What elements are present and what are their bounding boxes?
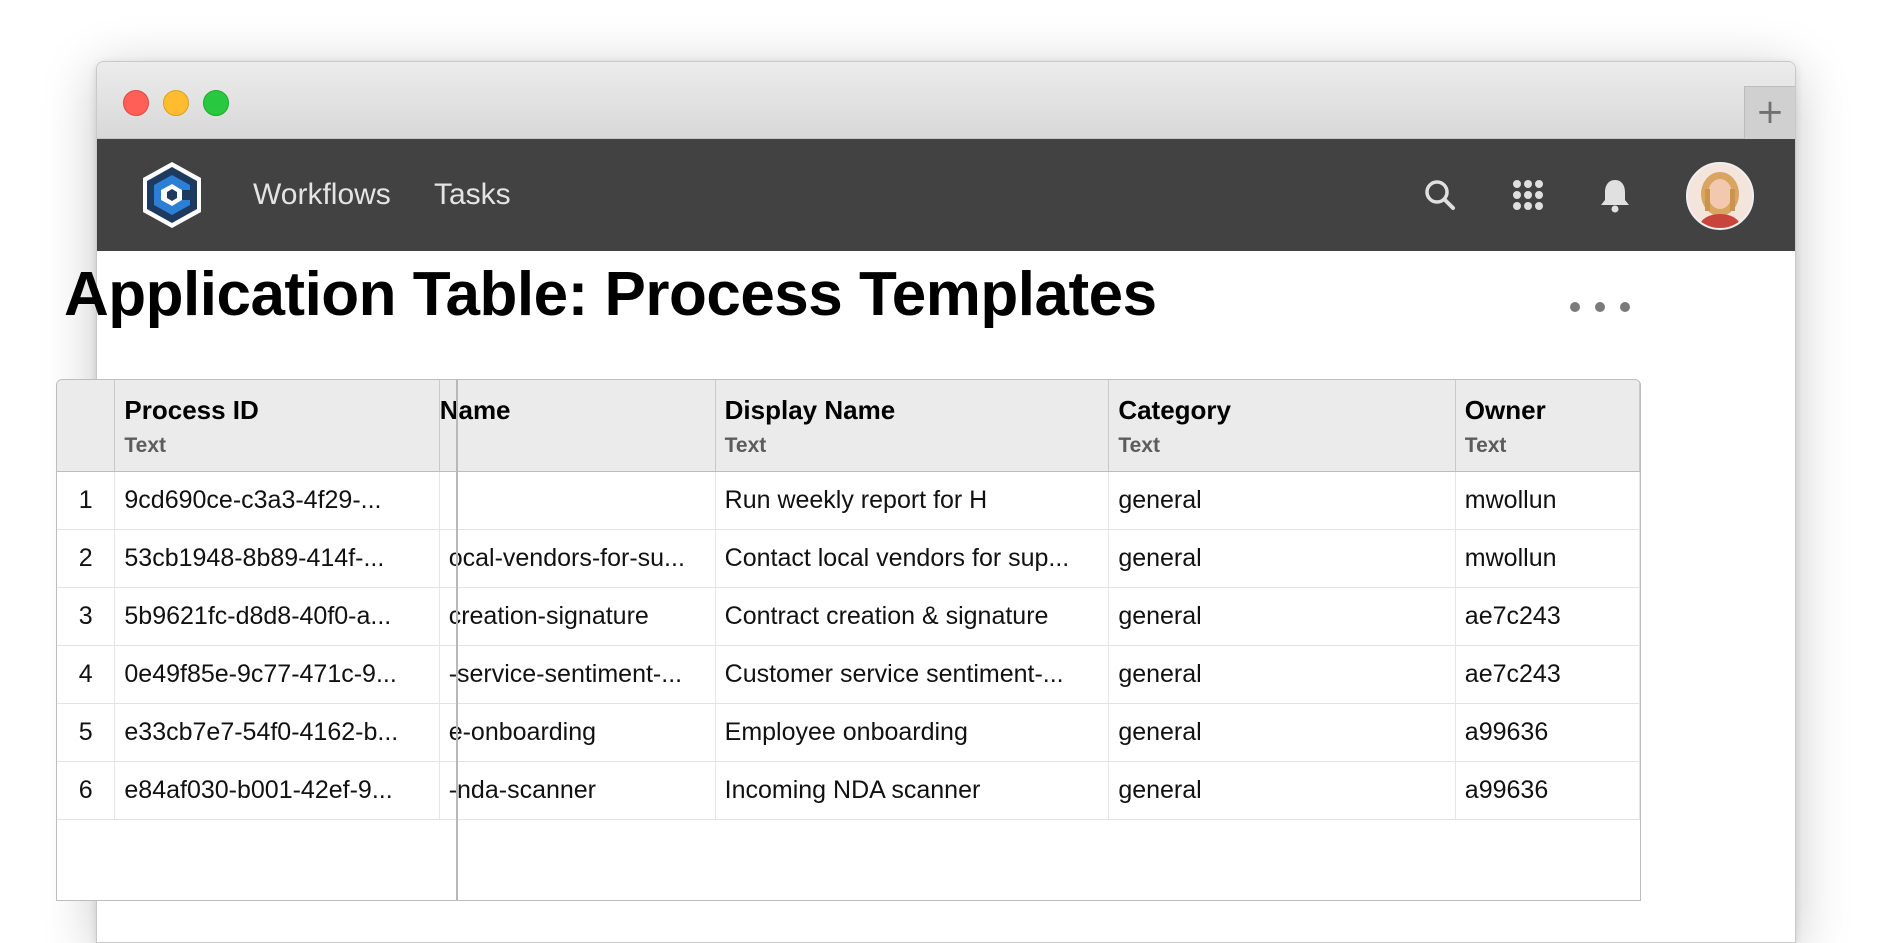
column-type: Text xyxy=(724,434,767,457)
cell-owner[interactable]: a99636 xyxy=(1455,761,1640,820)
new-tab-button[interactable]: + xyxy=(1744,86,1795,139)
row-index-header xyxy=(57,380,116,472)
cell-process-id[interactable]: e33cb7e7-54f0-4162-b... xyxy=(114,703,440,762)
maximize-window-button[interactable] xyxy=(203,90,229,116)
apps-grid-icon[interactable] xyxy=(1508,175,1548,215)
data-table: Process ID Text Name Display Name Text C… xyxy=(56,379,1641,901)
cell-category[interactable]: general xyxy=(1108,471,1456,530)
more-options-button[interactable] xyxy=(1570,287,1630,327)
table-header-row: Process ID Text Name Display Name Text C… xyxy=(57,380,1640,472)
table-row[interactable]: 1 9cd690ce-c3a3-4f29-... Run weekly repo… xyxy=(57,471,1640,530)
cell-name[interactable]: -service-sentiment-... xyxy=(439,645,716,704)
column-title: Owner xyxy=(1464,395,1546,425)
cell-name[interactable] xyxy=(439,471,716,530)
search-icon[interactable] xyxy=(1420,175,1460,215)
column-type: Text xyxy=(1464,434,1507,457)
cell-owner[interactable]: mwollun xyxy=(1455,471,1640,530)
minimize-window-button[interactable] xyxy=(163,90,189,116)
table-row[interactable]: 5 e33cb7e7-54f0-4162-b... e-onboarding E… xyxy=(57,703,1640,762)
cell-category[interactable]: general xyxy=(1108,645,1456,704)
row-index: 6 xyxy=(57,761,116,820)
column-header-owner[interactable]: Owner Text xyxy=(1455,380,1640,472)
nav-link-tasks[interactable]: Tasks xyxy=(434,173,511,217)
app-logo-icon[interactable] xyxy=(137,160,207,230)
window-titlebar: + xyxy=(97,62,1795,139)
row-index: 5 xyxy=(57,703,116,762)
close-window-button[interactable] xyxy=(123,90,149,116)
cell-process-id[interactable]: 5b9621fc-d8d8-40f0-a... xyxy=(114,587,440,646)
cell-process-id[interactable]: 0e49f85e-9c77-471c-9... xyxy=(114,645,440,704)
more-dot-icon xyxy=(1570,302,1580,312)
row-index: 2 xyxy=(57,529,116,588)
more-dot-icon xyxy=(1595,302,1605,312)
cell-owner[interactable]: a99636 xyxy=(1455,703,1640,762)
cell-owner[interactable]: mwollun xyxy=(1455,529,1640,588)
cell-display-name[interactable]: Employee onboarding xyxy=(715,703,1110,762)
cell-owner[interactable]: ae7c243 xyxy=(1455,645,1640,704)
row-index: 3 xyxy=(57,587,116,646)
cell-display-name[interactable]: Contract creation & signature xyxy=(715,587,1110,646)
cell-category[interactable]: general xyxy=(1108,587,1456,646)
column-type: Text xyxy=(124,434,167,457)
row-index: 4 xyxy=(57,645,116,704)
cell-name[interactable]: creation-signature xyxy=(439,587,716,646)
cell-display-name[interactable]: Contact local vendors for sup... xyxy=(715,529,1110,588)
table-row[interactable]: 6 e84af030-b001-42ef-9... -nda-scanner I… xyxy=(57,761,1640,820)
table-row[interactable]: 3 5b9621fc-d8d8-40f0-a... creation-signa… xyxy=(57,587,1640,646)
row-index: 1 xyxy=(57,471,116,530)
column-header-category[interactable]: Category Text xyxy=(1108,380,1456,472)
cell-display-name[interactable]: Incoming NDA scanner xyxy=(715,761,1110,820)
cell-display-name[interactable]: Run weekly report for H xyxy=(715,471,1110,530)
cell-category[interactable]: general xyxy=(1108,703,1456,762)
nav-link-workflows[interactable]: Workflows xyxy=(253,173,391,217)
column-title: Name xyxy=(439,395,511,425)
top-navbar: Workflows Tasks xyxy=(97,139,1795,251)
column-header-display-name[interactable]: Display Name Text xyxy=(715,380,1110,472)
cell-name[interactable]: -nda-scanner xyxy=(439,761,716,820)
cell-category[interactable]: general xyxy=(1108,761,1456,820)
column-title: Category xyxy=(1118,395,1232,425)
cell-name[interactable]: ocal-vendors-for-su... xyxy=(439,529,716,588)
cell-owner[interactable]: ae7c243 xyxy=(1455,587,1640,646)
cell-name[interactable]: e-onboarding xyxy=(439,703,716,762)
column-header-process-id[interactable]: Process ID Text xyxy=(114,380,440,472)
column-type: Text xyxy=(1118,434,1160,457)
page-title: Application Table: Process Templates xyxy=(64,260,1157,329)
cell-process-id[interactable]: e84af030-b001-42ef-9... xyxy=(114,761,440,820)
bell-icon[interactable] xyxy=(1595,175,1635,215)
cell-process-id[interactable]: 9cd690ce-c3a3-4f29-... xyxy=(114,471,440,530)
cell-display-name[interactable]: Customer service sentiment-... xyxy=(715,645,1110,704)
table-row[interactable]: 2 53cb1948-8b89-414f-... ocal-vendors-fo… xyxy=(57,529,1640,588)
column-title: Process ID xyxy=(124,395,259,425)
user-avatar[interactable] xyxy=(1686,162,1754,230)
column-title: Display Name xyxy=(724,395,896,425)
more-dot-icon xyxy=(1620,302,1630,312)
cell-process-id[interactable]: 53cb1948-8b89-414f-... xyxy=(114,529,440,588)
column-header-name[interactable]: Name xyxy=(439,380,716,472)
table-row[interactable]: 4 0e49f85e-9c77-471c-9... -service-senti… xyxy=(57,645,1640,704)
cell-category[interactable]: general xyxy=(1108,529,1456,588)
